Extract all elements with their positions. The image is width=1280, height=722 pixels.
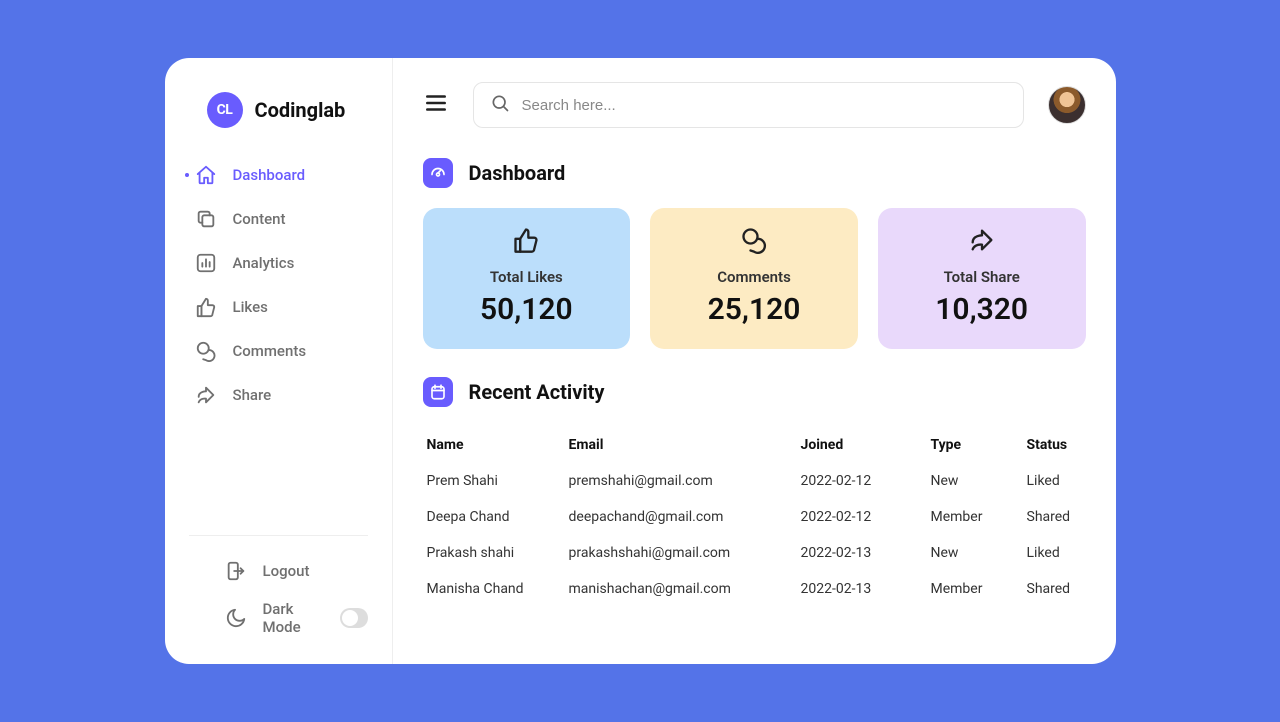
table-row: Manisha Chand manishachan@gmail.com 2022… bbox=[423, 571, 1086, 607]
col-name: Name bbox=[427, 437, 569, 453]
calendar-icon bbox=[423, 377, 453, 407]
card-total-share: Total Share 10,320 bbox=[878, 208, 1086, 349]
cell-type: Member bbox=[931, 581, 1027, 597]
bar-chart-icon bbox=[195, 252, 217, 274]
sidebar-item-share[interactable]: Share bbox=[195, 384, 392, 406]
cell-status: Liked bbox=[1027, 473, 1082, 489]
card-value: 25,120 bbox=[708, 292, 801, 327]
logout-icon bbox=[225, 560, 247, 582]
cell-email: manishachan@gmail.com bbox=[569, 581, 801, 597]
sidebar-item-dashboard[interactable]: Dashboard bbox=[195, 164, 392, 186]
cell-email: prakashshahi@gmail.com bbox=[569, 545, 801, 561]
sidebar-item-likes[interactable]: Likes bbox=[195, 296, 392, 318]
topbar bbox=[423, 82, 1086, 128]
sidebar-item-content[interactable]: Content bbox=[195, 208, 392, 230]
chat-icon bbox=[740, 226, 768, 258]
col-joined: Joined bbox=[801, 437, 931, 453]
thumbs-up-icon bbox=[512, 226, 540, 258]
card-label: Total Share bbox=[944, 268, 1020, 286]
brand-logo: CL bbox=[207, 92, 243, 128]
section-title: Recent Activity bbox=[469, 380, 605, 404]
cell-joined: 2022-02-13 bbox=[801, 545, 931, 561]
sidebar-item-analytics[interactable]: Analytics bbox=[195, 252, 392, 274]
sidebar-item-label: Dark Mode bbox=[263, 600, 314, 636]
app-panel: CL Codinglab Dashboard Content Analyt bbox=[165, 58, 1116, 664]
sidebar-item-label: Share bbox=[233, 386, 272, 404]
card-total-likes: Total Likes 50,120 bbox=[423, 208, 631, 349]
cell-name: Prakash shahi bbox=[427, 545, 569, 561]
cell-status: Shared bbox=[1027, 509, 1082, 525]
col-status: Status bbox=[1027, 437, 1082, 453]
card-value: 10,320 bbox=[935, 292, 1028, 327]
home-icon bbox=[195, 164, 217, 186]
cell-status: Shared bbox=[1027, 581, 1082, 597]
nav-list: Dashboard Content Analytics Likes bbox=[165, 164, 392, 406]
cell-name: Manisha Chand bbox=[427, 581, 569, 597]
cell-email: premshahi@gmail.com bbox=[569, 473, 801, 489]
cell-name: Prem Shahi bbox=[427, 473, 569, 489]
copy-icon bbox=[195, 208, 217, 230]
cell-name: Deepa Chand bbox=[427, 509, 569, 525]
darkmode-toggle[interactable] bbox=[340, 608, 368, 628]
cell-joined: 2022-02-12 bbox=[801, 473, 931, 489]
activity-header: Recent Activity bbox=[423, 377, 1086, 407]
table-row: Prem Shahi premshahi@gmail.com 2022-02-1… bbox=[423, 463, 1086, 499]
hamburger-menu-icon[interactable] bbox=[423, 90, 449, 120]
cell-joined: 2022-02-12 bbox=[801, 509, 931, 525]
cell-type: New bbox=[931, 473, 1027, 489]
cell-email: deepachand@gmail.com bbox=[569, 509, 801, 525]
share-icon bbox=[968, 226, 996, 258]
sidebar-bottom: Logout Dark Mode bbox=[189, 535, 368, 664]
brand: CL Codinglab bbox=[165, 92, 392, 128]
card-value: 50,120 bbox=[480, 292, 573, 327]
stats-cards: Total Likes 50,120 Comments 25,120 Total… bbox=[423, 208, 1086, 349]
search-box[interactable] bbox=[473, 82, 1024, 128]
activity-table: Name Email Joined Type Status Prem Shahi… bbox=[423, 427, 1086, 607]
cell-joined: 2022-02-13 bbox=[801, 581, 931, 597]
gauge-icon bbox=[423, 158, 453, 188]
thumbs-up-icon bbox=[195, 296, 217, 318]
sidebar-item-label: Dashboard bbox=[233, 166, 306, 184]
avatar[interactable] bbox=[1048, 86, 1086, 124]
sidebar-item-comments[interactable]: Comments bbox=[195, 340, 392, 362]
search-input[interactable] bbox=[522, 97, 1007, 114]
table-row: Deepa Chand deepachand@gmail.com 2022-02… bbox=[423, 499, 1086, 535]
card-label: Comments bbox=[717, 268, 791, 286]
sidebar: CL Codinglab Dashboard Content Analyt bbox=[165, 58, 393, 664]
sidebar-item-darkmode[interactable]: Dark Mode bbox=[225, 600, 368, 636]
sidebar-item-label: Analytics bbox=[233, 254, 295, 272]
sidebar-item-label: Logout bbox=[263, 562, 310, 580]
search-icon bbox=[490, 93, 510, 117]
table-row: Prakash shahi prakashshahi@gmail.com 202… bbox=[423, 535, 1086, 571]
share-icon bbox=[195, 384, 217, 406]
cell-type: New bbox=[931, 545, 1027, 561]
table-header: Name Email Joined Type Status bbox=[423, 427, 1086, 463]
cell-status: Liked bbox=[1027, 545, 1082, 561]
col-email: Email bbox=[569, 437, 801, 453]
sidebar-item-label: Content bbox=[233, 210, 286, 228]
brand-name: Codinglab bbox=[255, 98, 346, 122]
moon-icon bbox=[225, 607, 247, 629]
main: Dashboard Total Likes 50,120 Comments 25… bbox=[393, 58, 1116, 664]
sidebar-item-label: Likes bbox=[233, 298, 268, 316]
cell-type: Member bbox=[931, 509, 1027, 525]
page-title: Dashboard bbox=[469, 161, 566, 185]
card-label: Total Likes bbox=[490, 268, 563, 286]
sidebar-item-label: Comments bbox=[233, 342, 307, 360]
dashboard-header: Dashboard bbox=[423, 158, 1086, 188]
card-comments: Comments 25,120 bbox=[650, 208, 858, 349]
sidebar-item-logout[interactable]: Logout bbox=[225, 560, 368, 582]
col-type: Type bbox=[931, 437, 1027, 453]
chat-icon bbox=[195, 340, 217, 362]
